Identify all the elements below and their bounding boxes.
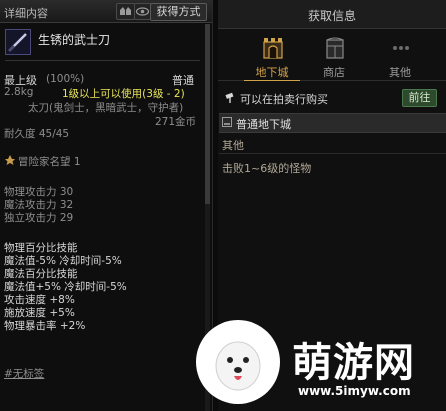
- watermark-text: 萌游网: [292, 340, 415, 386]
- skill-line: 物理暴击率 +2%: [4, 320, 86, 332]
- stat-independent-attack: 独立攻击力 29: [4, 212, 74, 224]
- item-weight: 2.8kg: [4, 86, 34, 98]
- source-other-label: 其他: [222, 139, 244, 152]
- item-price: 271金币: [155, 116, 197, 128]
- auction-hammer-icon: [224, 92, 236, 104]
- tab-dungeon-label: 地下城: [255, 66, 289, 79]
- item-durability: 耐久度 45/45: [4, 128, 70, 140]
- item-grade-pct: (100%): [46, 73, 85, 85]
- katana-icon: [5, 29, 31, 55]
- item-usable-level: 1级以上可以使用(3级 - 2): [62, 88, 185, 100]
- tab-active-indicator: [244, 80, 300, 81]
- watermark-logo: [196, 320, 280, 404]
- auction-text: 可以在拍卖行购买: [240, 93, 328, 106]
- item-detail-title: 详细内容: [4, 7, 48, 20]
- divider: [5, 60, 200, 61]
- acquire-info-title: 获取信息: [307, 9, 356, 23]
- go-button[interactable]: 前往: [402, 89, 437, 107]
- detail-scrollbar-thumb[interactable]: [205, 24, 210, 204]
- item-classes: 太刀(鬼剑士，黑暗武士，守护者): [28, 102, 184, 114]
- adventurer-fame: 冒险家名望 1: [18, 156, 81, 168]
- shop-cabinet-icon: [324, 36, 346, 60]
- tab-other-label: 其他: [389, 66, 411, 79]
- watermark-url: www.5imyw.com: [298, 384, 411, 398]
- eye-icon[interactable]: [134, 3, 151, 20]
- fame-icon: [4, 154, 16, 166]
- compare-icon[interactable]: [116, 3, 135, 20]
- divider: [219, 153, 446, 154]
- collapse-icon[interactable]: [222, 117, 232, 127]
- section-title: 普通地下城: [236, 118, 291, 131]
- tab-shop-label: 商店: [323, 66, 345, 79]
- more-dots-icon: [390, 36, 412, 60]
- item-name: 生锈的武士刀: [38, 33, 111, 47]
- dungeon-gate-icon: [262, 36, 284, 60]
- source-defeat-text: 击败1~6级的怪物: [222, 162, 312, 175]
- gain-method-button[interactable]: 获得方式: [150, 3, 207, 21]
- item-tag[interactable]: #无标签: [4, 366, 44, 381]
